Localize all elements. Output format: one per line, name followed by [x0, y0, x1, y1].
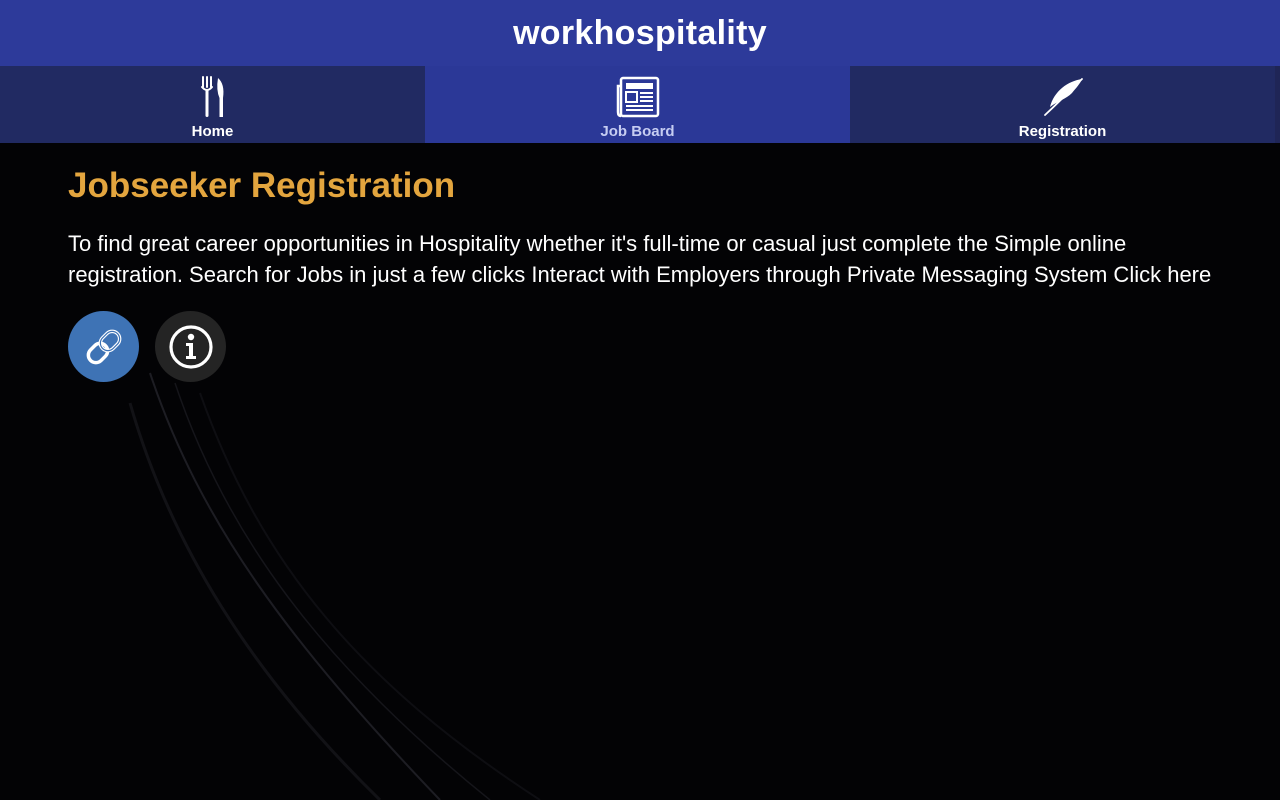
main-content: Jobseeker Registration To find great car… — [68, 166, 1228, 382]
fork-knife-icon — [200, 74, 226, 120]
tab-job-board[interactable]: Job Board — [425, 66, 850, 143]
registration-description: To find great career opportunities in Ho… — [68, 231, 1212, 287]
page-title: Jobseeker Registration — [68, 166, 456, 205]
link-icon — [86, 329, 121, 364]
info-button[interactable] — [155, 311, 226, 382]
action-buttons — [68, 311, 1228, 382]
app-title: workhospitality — [513, 13, 767, 52]
tab-home-label: Home — [191, 123, 234, 140]
tab-registration-label: Registration — [1018, 123, 1107, 140]
app-header: workhospitality — [0, 0, 1280, 66]
info-icon — [168, 324, 213, 369]
tab-job-board-label: Job Board — [600, 123, 675, 140]
main-nav: Home Job Board Registration — [0, 66, 1280, 143]
newspaper-icon — [616, 74, 660, 120]
quill-icon — [1042, 74, 1084, 120]
tab-home[interactable]: Home — [0, 66, 425, 143]
tab-registration[interactable]: Registration — [850, 66, 1280, 143]
link-button[interactable] — [68, 311, 139, 382]
